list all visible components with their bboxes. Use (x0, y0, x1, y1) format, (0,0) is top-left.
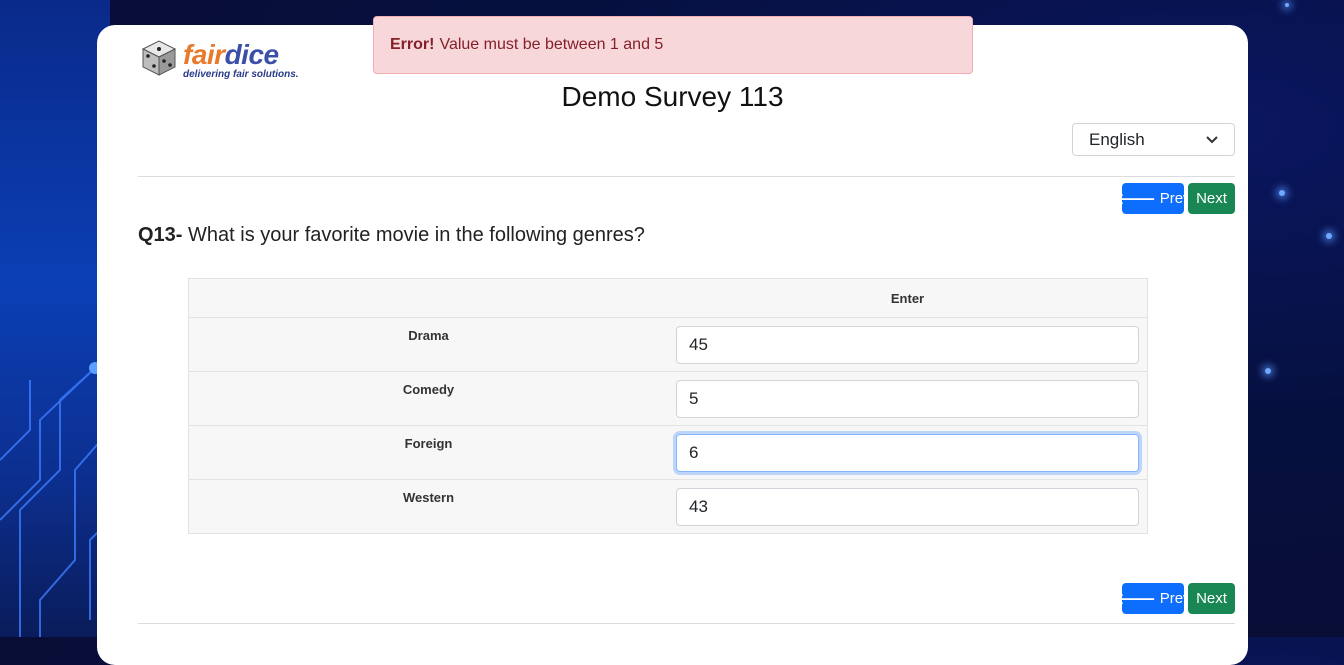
star-decoration (1326, 233, 1332, 239)
dice-icon (141, 40, 177, 76)
grid-header-empty (188, 278, 668, 318)
prev-button-bottom[interactable]: 🡐 Prev (1115, 583, 1191, 614)
question-text: Q13- What is your favorite movie in the … (138, 224, 645, 247)
input-drama[interactable]: 45 (676, 325, 1139, 364)
grid-row: Western 43 (188, 479, 1148, 534)
next-button-bottom[interactable]: Next (1188, 583, 1235, 614)
background-left-panel (0, 0, 110, 637)
star-decoration (1265, 368, 1271, 374)
grid-column-header: Enter (668, 278, 1148, 318)
row-label-foreign: Foreign (188, 425, 668, 480)
logo-tagline: delivering fair solutions. (183, 69, 299, 80)
language-selected-value: English (1089, 129, 1145, 149)
input-comedy[interactable]: 5 (676, 379, 1139, 418)
alert-strong: Error! (390, 36, 435, 53)
logo-wordmark: fairdice (183, 39, 279, 70)
arrow-left-icon: 🡐 (1115, 591, 1156, 608)
next-button-top[interactable]: Next (1188, 183, 1235, 214)
survey-card: fairdice delivering fair solutions. Demo… (97, 25, 1248, 665)
error-alert: Error! Value must be between 1 and 5 (373, 16, 973, 74)
row-label-western: Western (188, 479, 668, 534)
star-decoration (1285, 3, 1289, 7)
row-label-comedy: Comedy (188, 371, 668, 426)
input-western[interactable]: 43 (676, 487, 1139, 526)
divider-bottom (138, 623, 1235, 624)
grid-row: Comedy 5 (188, 371, 1148, 426)
grid-header-row: Enter (188, 278, 1148, 318)
row-label-drama: Drama (188, 317, 668, 372)
chevron-down-icon (1206, 135, 1218, 143)
question-body: What is your favorite movie in the follo… (188, 224, 645, 246)
arrow-left-icon: 🡐 (1115, 191, 1156, 208)
prev-button-top[interactable]: 🡐 Prev (1115, 183, 1191, 214)
language-select[interactable]: English (1072, 123, 1235, 156)
answer-grid: Enter Drama 45 Comedy 5 Foreign 6 Wester… (188, 278, 1148, 534)
survey-title: Demo Survey 113 (561, 81, 784, 112)
question-number: Q13- (138, 224, 183, 246)
grid-row: Drama 45 (188, 317, 1148, 372)
alert-message: Value must be between 1 and 5 (439, 36, 664, 53)
fairdice-logo: fairdice delivering fair solutions. (139, 37, 299, 85)
divider-top (138, 176, 1235, 177)
grid-row: Foreign 6 (188, 425, 1148, 480)
input-foreign[interactable]: 6 (676, 433, 1139, 472)
star-decoration (1279, 190, 1285, 196)
circuit-lines-decoration (0, 362, 110, 637)
